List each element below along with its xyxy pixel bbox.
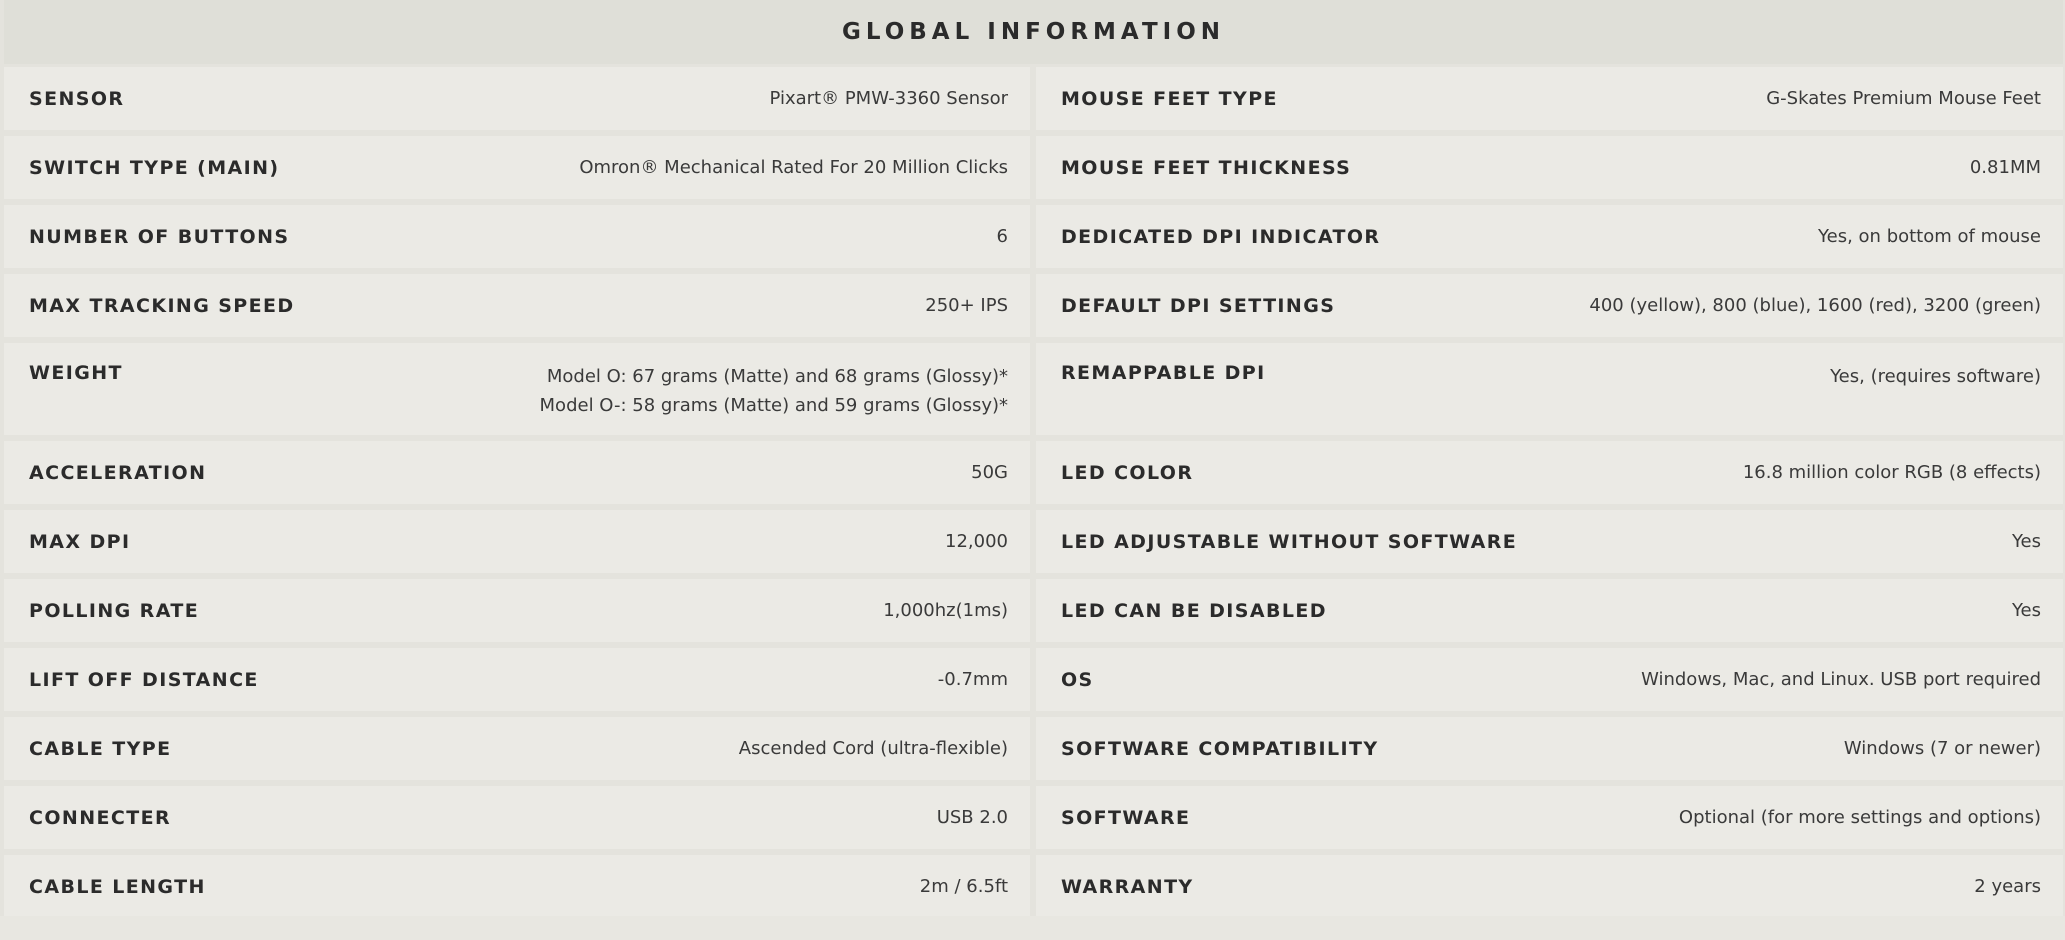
spec-cell: SWITCH TYPE (MAIN) Omron® Mechanical Rat… [4,136,1030,199]
table-row: LIFT OFF DISTANCE -0.7mm OS Windows, Mac… [4,648,2063,711]
spec-cell: SOFTWARE COMPATIBILITY Windows (7 or new… [1036,717,2063,780]
table-row: ACCELERATION 50G LED COLOR 16.8 million … [4,441,2063,504]
spec-cell: MOUSE FEET THICKNESS 0.81MM [1036,136,2063,199]
spec-cell: CABLE LENGTH 2m / 6.5ft [4,855,1030,918]
bottom-strip [0,916,2065,940]
spec-label: OS [1061,668,1094,691]
spec-label: LED CAN BE DISABLED [1061,599,1327,622]
spec-value: 250+ IPS [925,295,1008,316]
spec-cell: REMAPPABLE DPI Yes, (requires software) [1036,343,2063,435]
spec-value: Windows, Mac, and Linux. USB port requir… [1641,669,2041,690]
spec-value: 50G [971,462,1008,483]
spec-value: Omron® Mechanical Rated For 20 Million C… [579,157,1008,178]
spec-cell: SENSOR Pixart® PMW-3360 Sensor [4,67,1030,130]
spec-cell: LED COLOR 16.8 million color RGB (8 effe… [1036,441,2063,504]
spec-cell: MAX DPI 12,000 [4,510,1030,573]
spec-label: POLLING RATE [29,599,200,622]
table-row: CABLE TYPE Ascended Cord (ultra-flexible… [4,717,2063,780]
table-row: NUMBER OF BUTTONS 6 DEDICATED DPI INDICA… [4,205,2063,268]
spec-cell: CABLE TYPE Ascended Cord (ultra-flexible… [4,717,1030,780]
spec-cell: LED CAN BE DISABLED Yes [1036,579,2063,642]
spec-cell: DEDICATED DPI INDICATOR Yes, on bottom o… [1036,205,2063,268]
table-row: SENSOR Pixart® PMW-3360 Sensor MOUSE FEE… [4,67,2063,130]
spec-cell: OS Windows, Mac, and Linux. USB port req… [1036,648,2063,711]
table-row: CABLE LENGTH 2m / 6.5ft WARRANTY 2 years [4,855,2063,918]
spec-value: 0.81MM [1969,157,2041,178]
spec-cell: LIFT OFF DISTANCE -0.7mm [4,648,1030,711]
spec-label: LED ADJUSTABLE WITHOUT SOFTWARE [1061,530,1518,553]
spec-cell: LED ADJUSTABLE WITHOUT SOFTWARE Yes [1036,510,2063,573]
spec-value: 400 (yellow), 800 (blue), 1600 (red), 32… [1589,295,2041,316]
spec-label: MOUSE FEET TYPE [1061,87,1278,110]
spec-value: Yes [2011,531,2041,552]
spec-value: G-Skates Premium Mouse Feet [1766,88,2041,109]
spec-label: REMAPPABLE DPI [1061,362,1266,384]
spec-cell: MOUSE FEET TYPE G-Skates Premium Mouse F… [1036,67,2063,130]
spec-value-line: Model O: 67 grams (Matte) and 68 grams (… [546,366,1008,387]
table-row: WEIGHT Model O: 67 grams (Matte) and 68 … [4,343,2063,435]
spec-table: SENSOR Pixart® PMW-3360 Sensor MOUSE FEE… [4,67,2063,924]
spec-value: -0.7mm [937,669,1008,690]
spec-label: SENSOR [29,87,125,110]
spec-label: MOUSE FEET THICKNESS [1061,156,1352,179]
spec-value: 2 years [1974,876,2041,897]
spec-cell: CONNECTER USB 2.0 [4,786,1030,849]
spec-label: CABLE TYPE [29,737,172,760]
spec-page: GLOBAL INFORMATION SENSOR Pixart® PMW-33… [0,0,2065,940]
spec-label: CONNECTER [29,806,171,829]
spec-cell: NUMBER OF BUTTONS 6 [4,205,1030,268]
spec-label: DEDICATED DPI INDICATOR [1061,225,1381,248]
spec-label: MAX TRACKING SPEED [29,294,295,317]
spec-value: Pixart® PMW-3360 Sensor [769,88,1009,109]
spec-value: Yes, on bottom of mouse [1818,226,2041,247]
table-row: POLLING RATE 1,000hz(1ms) LED CAN BE DIS… [4,579,2063,642]
spec-label: CABLE LENGTH [29,875,206,898]
section-title: GLOBAL INFORMATION [842,19,1225,45]
spec-label: LIFT OFF DISTANCE [29,668,259,691]
spec-cell: WARRANTY 2 years [1036,855,2063,918]
spec-cell: ACCELERATION 50G [4,441,1030,504]
spec-value: 12,000 [945,531,1008,552]
spec-label: DEFAULT DPI SETTINGS [1061,294,1336,317]
table-row: CONNECTER USB 2.0 SOFTWARE Optional (for… [4,786,2063,849]
spec-cell: POLLING RATE 1,000hz(1ms) [4,579,1030,642]
table-row: MAX TRACKING SPEED 250+ IPS DEFAULT DPI … [4,274,2063,337]
spec-label: WEIGHT [29,362,123,384]
spec-value: 16.8 million color RGB (8 effects) [1742,462,2041,483]
spec-value: Yes, (requires software) [1830,366,2041,387]
spec-value: Ascended Cord (ultra-flexible) [738,738,1008,759]
spec-label: WARRANTY [1061,875,1194,898]
spec-value-line: Model O-: 58 grams (Matte) and 59 grams … [539,395,1008,416]
spec-cell: MAX TRACKING SPEED 250+ IPS [4,274,1030,337]
spec-cell: WEIGHT Model O: 67 grams (Matte) and 68 … [4,343,1030,435]
spec-cell: DEFAULT DPI SETTINGS 400 (yellow), 800 (… [1036,274,2063,337]
spec-value: Windows (7 or newer) [1843,738,2041,759]
spec-value: 1,000hz(1ms) [883,600,1008,621]
spec-value: 2m / 6.5ft [919,876,1008,897]
spec-cell: SOFTWARE Optional (for more settings and… [1036,786,2063,849]
spec-value: Optional (for more settings and options) [1678,807,2041,828]
spec-label: ACCELERATION [29,461,207,484]
section-header: GLOBAL INFORMATION [4,0,2063,64]
spec-value: Yes [2011,600,2041,621]
spec-label: NUMBER OF BUTTONS [29,225,290,248]
spec-label: MAX DPI [29,530,131,553]
table-row: MAX DPI 12,000 LED ADJUSTABLE WITHOUT SO… [4,510,2063,573]
spec-label: LED COLOR [1061,461,1194,484]
spec-value: 6 [996,226,1008,247]
spec-label: SOFTWARE [1061,806,1191,829]
spec-value: USB 2.0 [936,807,1008,828]
spec-label: SOFTWARE COMPATIBILITY [1061,737,1379,760]
table-row: SWITCH TYPE (MAIN) Omron® Mechanical Rat… [4,136,2063,199]
spec-label: SWITCH TYPE (MAIN) [29,156,280,179]
spec-value: Model O: 67 grams (Matte) and 68 grams (… [540,362,1008,420]
